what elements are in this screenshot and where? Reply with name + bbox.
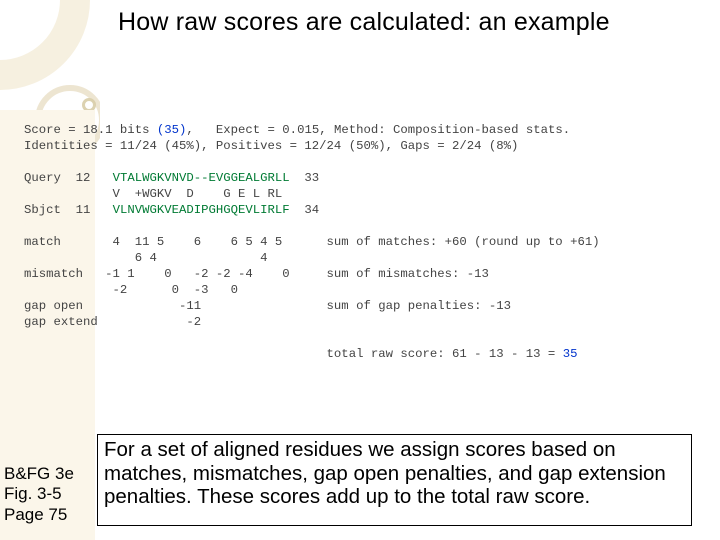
identities-line: Identities = 11/24 (45%), Positives = 12…: [24, 139, 518, 153]
score-line-text: Score = 18.1 bits: [24, 123, 157, 137]
total-label: total raw score: 61 - 13 - 13 =: [24, 347, 563, 361]
caption-text: For a set of aligned residues we assign …: [104, 438, 666, 508]
query-end: 33: [290, 171, 320, 185]
figure-citation: B&FG 3e Fig. 3-5 Page 75: [4, 464, 74, 525]
mismatch-row-1: mismatch -1 1 0 -2 -2 -4 0 sum of mismat…: [24, 267, 489, 281]
midline: V +WGKV D G E L RL: [24, 187, 290, 201]
cite-line-3: Page 75: [4, 505, 74, 525]
sbjct-seq: VLNVWGKVEADIPGHGQEVLIRLF: [113, 203, 290, 217]
query-label: Query 12: [24, 171, 113, 185]
match-row-1: match 4 11 5 6 6 5 4 5 sum of matches: +…: [24, 235, 600, 249]
score-35: 35: [164, 123, 179, 137]
mismatch-row-2: -2 0 -3 0: [24, 283, 238, 297]
cite-line-1: B&FG 3e: [4, 464, 74, 484]
query-seq: VTALWGKVNVD--EVGGEALGRLL: [113, 171, 290, 185]
slide-title: How raw scores are calculated: an exampl…: [118, 8, 610, 37]
score-rest: , Expect = 0.015, Method: Composition-ba…: [186, 123, 570, 137]
sbjct-label: Sbjct 11: [24, 203, 113, 217]
gap-open-row: gap open -11 sum of gap penalties: -13: [24, 299, 511, 313]
caption-box: For a set of aligned residues we assign …: [97, 434, 692, 526]
gap-extend-row: gap extend -2: [24, 315, 201, 329]
blast-alignment-block: Score = 18.1 bits (35), Expect = 0.015, …: [24, 122, 600, 362]
sbjct-end: 34: [290, 203, 320, 217]
total-value: 35: [563, 347, 578, 361]
cite-line-2: Fig. 3-5: [4, 484, 74, 504]
match-row-2: 6 4 4: [24, 251, 268, 265]
